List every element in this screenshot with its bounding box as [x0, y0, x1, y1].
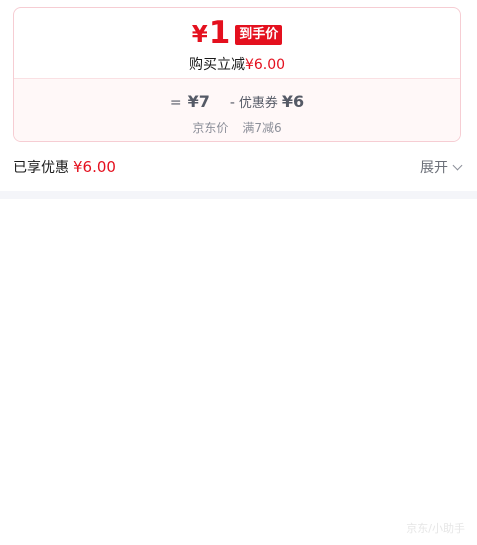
coupon-label: 优惠券: [238, 96, 278, 111]
discount-summary-row: 已享优惠 ¥6.00 展开: [13, 156, 463, 178]
final-price-currency: ¥: [191, 22, 208, 48]
price-breakdown: = ¥7 - 优惠券 ¥6 京东价 满7减6: [14, 78, 460, 141]
discount-label: 已享优惠: [13, 160, 69, 176]
discount-summary: 已享优惠 ¥6.00: [13, 157, 116, 177]
chevron-down-icon: [452, 160, 463, 170]
price-card: ¥ 1 到手价 购买立减¥6.00 = ¥7 - 优惠券 ¥6 京东价 满7减6: [13, 7, 461, 142]
original-price-caption: 京东价: [192, 121, 229, 135]
original-price: ¥7: [187, 92, 210, 111]
price-calc-row: = ¥7 - 优惠券 ¥6: [14, 92, 460, 111]
instant-cut-amount: ¥6.00: [244, 57, 286, 73]
instant-cut-line: 购买立减¥6.00: [14, 54, 460, 74]
expand-button[interactable]: 展开: [420, 157, 463, 177]
minus-sign: -: [229, 95, 235, 111]
expand-label: 展开: [420, 160, 448, 176]
price-card-top: ¥ 1 到手价 购买立减¥6.00: [14, 8, 460, 78]
coupon-caption: 满7减6: [242, 121, 282, 135]
final-price: ¥ 1 到手价: [14, 18, 460, 49]
instant-cut-label: 购买立减: [188, 57, 245, 73]
section-divider: [0, 191, 477, 199]
equals-sign: =: [169, 95, 182, 111]
discount-amount: ¥6.00: [73, 158, 116, 176]
watermark: 京东/小助手: [406, 522, 465, 535]
price-calc-captions: 京东价 满7减6: [14, 119, 460, 136]
final-price-amount: 1: [208, 15, 231, 51]
final-price-tag: 到手价: [235, 25, 283, 45]
coupon-amount: ¥6: [281, 92, 305, 111]
